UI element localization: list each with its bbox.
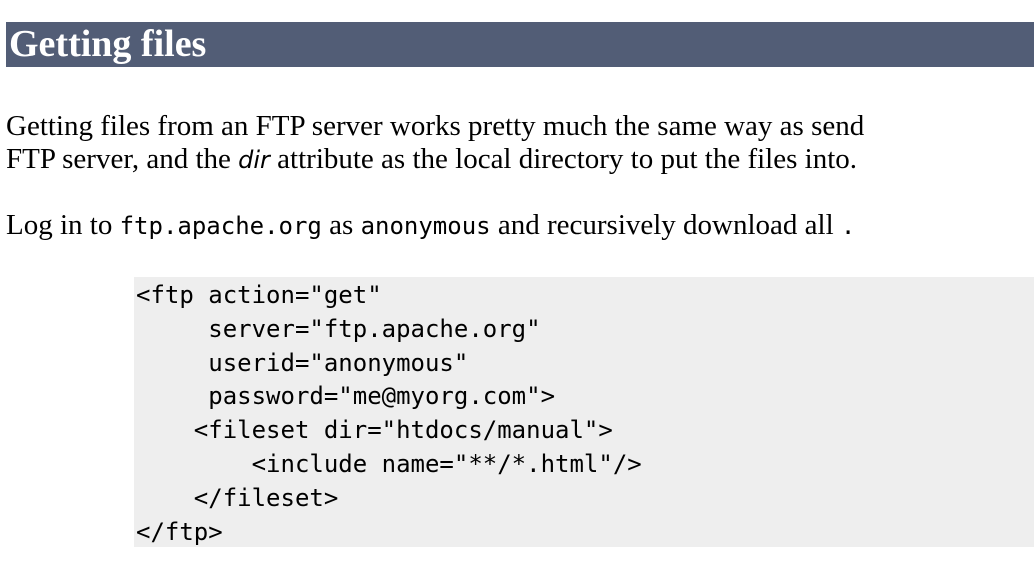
example-paragraph: Log in to ftp.apache.org as anonymous an…: [6, 209, 1034, 243]
code-line: server="ftp.apache.org": [136, 314, 541, 343]
code-line: password="me@myorg.com">: [136, 382, 556, 411]
code-line: </ftp>: [136, 517, 223, 546]
code-example: <ftp action="get" server="ftp.apache.org…: [136, 279, 642, 549]
example-text-2: as: [321, 209, 361, 241]
code-line: </fileset>: [136, 483, 339, 512]
example-line: Log in to ftp.apache.org as anonymous an…: [6, 209, 1034, 243]
intro-line-1: Getting files from an FTP server works p…: [6, 110, 865, 142]
code-line: userid="anonymous": [136, 348, 469, 377]
intro-line-2: FTP server, and the dir attribute as the…: [6, 143, 1034, 177]
intro-line-2-text-b: attribute as the local directory to put …: [269, 143, 858, 175]
intro-line-2-text-a: FTP server, and the: [6, 143, 239, 175]
code-line: <include name="**/*.html"/>: [136, 449, 642, 478]
example-user-code: anonymous: [360, 212, 491, 240]
example-text-3: and recursively download all: [490, 209, 841, 241]
code-line: <ftp action="get": [136, 281, 382, 309]
example-ext-code: .: [840, 212, 856, 240]
intro-paragraph: Getting files from an FTP server works p…: [6, 110, 1034, 177]
section-heading-bar: Getting files: [6, 22, 1034, 67]
code-example-block: <ftp action="get" server="ftp.apache.org…: [134, 277, 1034, 547]
section-heading: Getting files: [9, 23, 207, 65]
dir-attribute-term: dir: [238, 146, 270, 174]
example-server-code: ftp.apache.org: [119, 212, 322, 240]
code-line: <fileset dir="htdocs/manual">: [136, 416, 613, 445]
example-text-1: Log in to: [6, 209, 120, 241]
